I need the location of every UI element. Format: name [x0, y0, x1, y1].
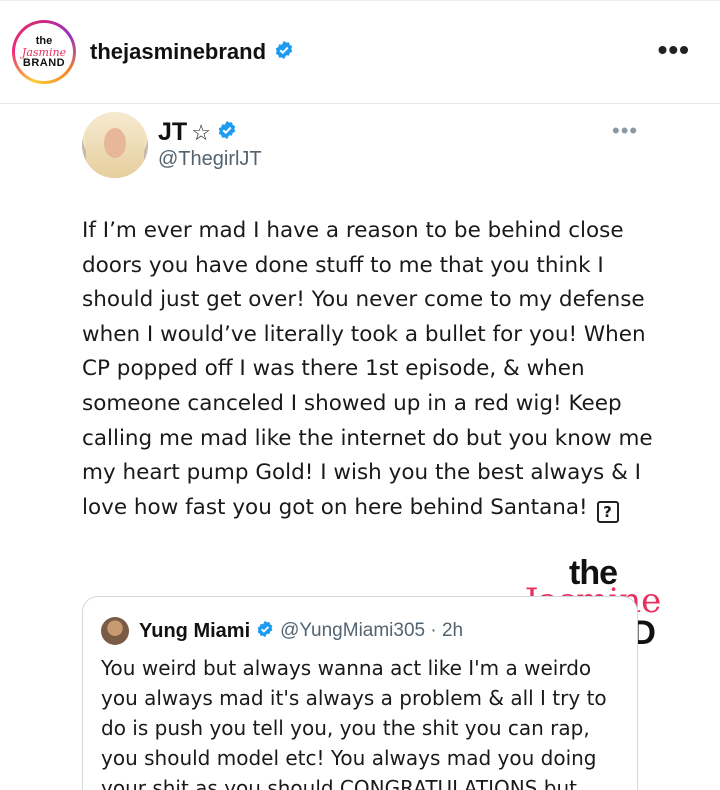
tweet-card: JT ☆ @ThegirlJT ••• If I’m ever mad I ha… — [0, 104, 720, 790]
story-ring[interactable]: the Jasmine BRAND — [12, 20, 76, 84]
post-header: the Jasmine BRAND thejasminebrand ••• — [0, 0, 720, 104]
quoted-author-avatar[interactable] — [101, 617, 129, 645]
account-username[interactable]: thejasminebrand — [90, 39, 266, 65]
account-avatar[interactable]: the Jasmine BRAND — [15, 23, 73, 81]
quoted-tweet-header: Yung Miami @YungMiami305 · 2h — [101, 617, 463, 645]
quoted-author-handle-time: @YungMiami305 · 2h — [280, 620, 464, 641]
tweet-author-name-row: JT ☆ — [158, 118, 237, 147]
quoted-tweet[interactable]: Yung Miami @YungMiami305 · 2h You weird … — [82, 596, 638, 790]
tweet-author-avatar[interactable] — [82, 112, 148, 178]
verified-badge-icon — [256, 620, 274, 643]
star-icon: ☆ — [191, 119, 211, 145]
avatar-logo-line1: the — [35, 34, 53, 47]
tweet-author-handle[interactable]: @ThegirlJT — [158, 148, 262, 171]
avatar-logo-line3: BRAND — [22, 56, 66, 69]
unknown-emoji-icon: ? — [596, 500, 619, 523]
tweet-author-name[interactable]: JT — [158, 118, 187, 147]
tweet-text-content: If I’m ever mad I have a reason to be be… — [82, 218, 653, 520]
more-options-icon[interactable]: ••• — [658, 36, 690, 64]
avatar-face-shape — [104, 128, 126, 158]
tweet-text: If I’m ever mad I have a reason to be be… — [82, 214, 662, 525]
verified-badge-icon — [274, 40, 294, 65]
tweet-more-icon[interactable]: ••• — [612, 118, 638, 144]
quoted-author-name[interactable]: Yung Miami — [139, 620, 250, 643]
verified-badge-icon — [217, 120, 237, 145]
avatar-logo-line2: Jasmine — [21, 45, 67, 59]
quoted-tweet-text: You weird but always wanna act like I'm … — [101, 656, 607, 790]
